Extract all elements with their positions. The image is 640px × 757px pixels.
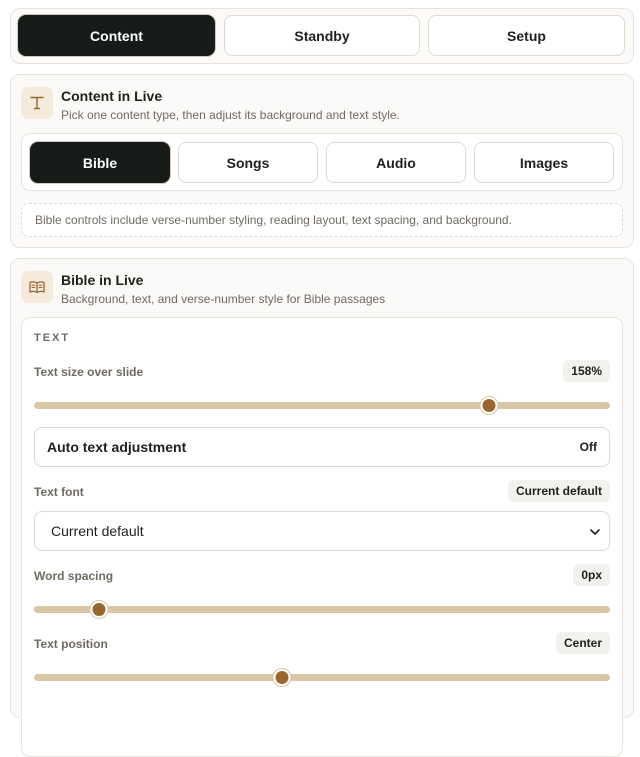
text-position-slider-thumb[interactable] <box>273 669 291 686</box>
word-spacing-value: 0px <box>573 564 610 586</box>
text-size-value: 158% <box>563 360 610 382</box>
tab-bible[interactable]: Bible <box>30 142 170 183</box>
word-spacing-slider-thumb[interactable] <box>90 601 108 618</box>
text-size-label: Text size over slide <box>34 365 144 379</box>
text-font-label: Text font <box>34 485 84 499</box>
content-type-note: Bible controls include verse-number styl… <box>21 203 623 237</box>
text-position-label: Text position <box>34 637 108 651</box>
text-size-slider[interactable] <box>34 397 610 414</box>
mode-tabs: Content Standby Setup <box>10 8 634 64</box>
tab-songs[interactable]: Songs <box>178 142 318 183</box>
tab-standby[interactable]: Standby <box>224 15 420 56</box>
text-font-select[interactable]: Current default <box>34 511 610 551</box>
content-card: Content in Live Pick one content type, t… <box>10 74 634 248</box>
text-t-icon <box>21 87 53 119</box>
auto-text-adjust-state: Off <box>579 440 597 454</box>
section-label-text: TEXT <box>34 332 71 344</box>
word-spacing-slider[interactable] <box>34 601 610 618</box>
text-position-slider[interactable] <box>34 669 610 686</box>
tab-content[interactable]: Content <box>18 15 215 56</box>
text-size-slider-thumb[interactable] <box>480 397 498 414</box>
auto-text-adjust-label: Auto text adjustment <box>47 439 187 455</box>
text-font-selected: Current default <box>51 523 144 539</box>
chevron-down-icon <box>590 529 600 535</box>
tab-audio[interactable]: Audio <box>326 142 466 183</box>
text-font-badge: Current default <box>507 480 610 502</box>
tab-setup[interactable]: Setup <box>428 15 625 56</box>
text-settings-panel: TEXT Text size over slide 158% Auto text… <box>21 317 623 757</box>
content-card-subtitle: Pick one content type, then adjust its b… <box>61 108 400 122</box>
content-card-title: Content in Live <box>61 88 163 104</box>
text-position-value: Center <box>555 632 610 654</box>
bible-card-subtitle: Background, text, and verse-number style… <box>61 292 386 306</box>
word-spacing-label: Word spacing <box>34 569 114 583</box>
bible-card-title: Bible in Live <box>61 272 144 288</box>
tab-images[interactable]: Images <box>474 142 614 183</box>
auto-text-adjust-toggle[interactable]: Auto text adjustment Off <box>34 427 610 467</box>
content-type-tabs: Bible Songs Audio Images <box>21 133 623 191</box>
open-book-icon <box>21 271 53 303</box>
bible-card: Bible in Live Background, text, and vers… <box>10 258 634 757</box>
